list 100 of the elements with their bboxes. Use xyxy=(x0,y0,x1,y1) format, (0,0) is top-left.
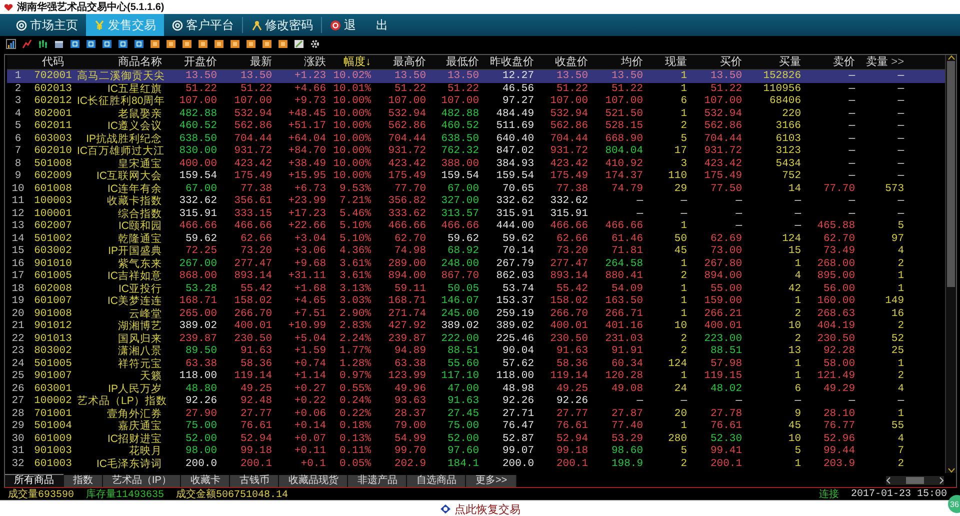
category-tab[interactable]: 收藏品现货 xyxy=(279,475,348,487)
category-tab[interactable]: 自选商品 xyxy=(407,475,466,487)
column-header[interactable]: 买价 xyxy=(690,56,745,68)
column-header[interactable]: 开盘价 xyxy=(165,56,220,68)
row-number: 23 xyxy=(10,345,26,358)
column-header[interactable]: 幅度↓ xyxy=(329,56,374,68)
table-cell-text: 573 xyxy=(884,182,905,195)
calendar-icon[interactable] xyxy=(54,39,64,49)
table-row[interactable]: 22 901013 国风归来 239.87 230.50 +5.04 2.24% 239.87 222.00 225.46 230.50 231.03 2 223.00 2 230.50 52 xyxy=(7,332,945,345)
restore-trading-link[interactable]: 点此恢复交易 xyxy=(440,502,520,516)
table-row[interactable]: 26 603001 IP人民万岁 48.80 49.25 +0.27 0.55% 49.96 47.00 48.98 49.25 49.08 24 48.02 6 49.29 4 xyxy=(7,382,945,395)
table-cell-text: 332.62 xyxy=(178,195,218,208)
table-cell-text: 389.02 xyxy=(440,320,480,332)
table-row[interactable]: 11 100003 收藏卡指数 332.62 356.61 +23.99 7.21% 356.82 327.00 332.62 332.62 — — — — — — xyxy=(7,195,945,208)
table-cell-text: 1 xyxy=(680,82,688,95)
category-tab[interactable]: 指数 xyxy=(64,475,103,487)
table-row[interactable]: 32 601003 IC毛泽东诗词 200.0 200.1 +0.1 0.05% 202.9 184.1 200.0 200.1 198.9 2 200.1 1 203.9 2 xyxy=(7,458,945,470)
nav-tab[interactable]: 客户平台 xyxy=(164,14,242,36)
column-header[interactable]: 均价 xyxy=(591,56,646,68)
column-header[interactable]: 最新 xyxy=(220,56,275,68)
table-row[interactable]: 10 601008 IC连年有余 67.00 77.38 +6.73 9.53% 77.70 67.00 70.65 77.38 74.79 29 77.50 14 77.70 573 xyxy=(7,182,945,195)
nav-tab[interactable]: 修改密码 xyxy=(243,14,321,36)
candlestick-icon[interactable] xyxy=(38,39,48,49)
table-cell-text: 601009 xyxy=(33,432,73,445)
row-number: 32 xyxy=(10,458,26,470)
table-cell-text: 752 xyxy=(781,170,802,182)
table-cell-text: 77.50 xyxy=(709,182,743,195)
category-tab[interactable]: 古钱币 xyxy=(230,475,280,487)
table-row[interactable]: 21 901012 湖湘博艺 389.02 400.01 +10.99 2.83% 427.92 389.02 389.02 400.01 401.16 10 400.01 10 404.19 2 xyxy=(7,320,945,332)
settings-icon[interactable] xyxy=(310,39,320,49)
table-row[interactable]: 20 901008 云峰堂 265.00 266.70 +7.51 2.90% 271.74 245.00 259.19 266.70 266.71 1 266.21 2 268.63 16 xyxy=(7,308,945,320)
table-row[interactable]: 2 602013 IC五星红旗 51.22 51.22 +4.66 10.01% 51.22 51.22 46.56 51.22 51.22 1 51.22 110956 — — xyxy=(7,82,945,95)
table-row[interactable]: 30 601009 IC招财进宝 52.00 52.94 +0.07 0.13% 54.99 52.00 52.87 52.94 53.29 280 52.30 10 52.96 4 xyxy=(7,432,945,445)
table-cell-text: 52.00 xyxy=(184,432,218,445)
table-cell-text: 315.91 xyxy=(178,208,218,220)
table-cell-text: 92.26 xyxy=(184,395,218,408)
table-row[interactable]: 7 602010 IC百万雄师过大江 830.00 931.72 +84.70 10.00% 931.72 762.32 847.02 931.72 804.04 17 931.72 3123 — — xyxy=(7,145,945,158)
column-header[interactable]: 商品名称 xyxy=(77,56,165,68)
scroll-left-icon[interactable] xyxy=(886,477,891,484)
table-row[interactable]: 1 702001 高马二溪御贡天尖 13.50 13.50 +1.23 10.02% 13.50 13.50 12.27 13.50 13.50 1 13.50 152826 — — xyxy=(7,70,945,82)
column-header[interactable]: 卖量 xyxy=(866,56,888,68)
scrollbar-thumb[interactable] xyxy=(947,61,955,287)
table-cell-text: 223.00 xyxy=(703,332,743,345)
table-cell-text: 107.00 xyxy=(178,95,218,108)
table-row[interactable]: 14 501002 乾隆通宝 59.62 62.66 +3.04 5.10% 62.70 59.62 59.62 62.66 61.46 50 62.69 124 62.70 97 xyxy=(7,232,945,245)
table-row[interactable]: 3 602012 IC长征胜利80周年 107.00 107.00 +9.73 10.00% 107.00 107.00 97.27 107.00 107.00 6 107.00 68406 — — xyxy=(7,95,945,108)
scroll-right-icon[interactable] xyxy=(939,477,944,484)
table-row[interactable]: 6 603003 IP抗战胜利纪念 638.50 704.44 +64.04 10.00% 704.44 638.50 640.40 704.44 668.90 5 704.44 6103 — — xyxy=(7,132,945,145)
column-header[interactable]: 卖价 xyxy=(804,56,858,68)
table-cell-text: 1 xyxy=(794,358,802,370)
table-row[interactable]: 8 501008 皇宋通宝 400.00 423.42 +38.49 10.00% 423.42 388.00 384.93 423.42 410.92 3 423.42 5434 — — xyxy=(7,158,945,170)
table-row[interactable]: 29 501004 嘉庆通宝 75.00 76.61 +0.14 0.18% 79.00 75.00 76.47 76.61 77.40 1 76.61 45 76.77 55 xyxy=(7,420,945,432)
table-row[interactable]: 16 901010 紫气东来 267.00 277.47 +9.68 3.61% 289.00 248.00 267.79 277.47 264.58 1 267.80 1 268.00 2 xyxy=(7,258,945,270)
table-cell-text: 332.62 xyxy=(549,195,589,208)
more-columns-button[interactable]: >> xyxy=(891,56,904,68)
category-tab[interactable]: 艺术品（IP） xyxy=(103,475,182,487)
scroll-up-icon[interactable] xyxy=(948,55,954,60)
table-cell-text: — xyxy=(896,120,906,132)
table-cell-text: 2 xyxy=(896,320,905,332)
table-row[interactable]: 23 803002 潇湘八景 89.50 91.63 +1.59 1.77% 94.89 88.51 90.04 91.63 91.91 2 88.51 13 92.28 25 xyxy=(7,345,945,358)
table-row[interactable]: 4 802001 老鼠娶亲 482.88 532.94 +48.45 10.00% 532.94 482.88 484.49 532.94 521.50 1 532.94 220 — — xyxy=(7,108,945,120)
row-number: 4 xyxy=(14,108,22,120)
table-cell-text: 9 xyxy=(794,408,802,420)
bar-chart-icon[interactable] xyxy=(6,39,16,49)
column-header[interactable]: 现量 xyxy=(646,56,690,68)
table-row[interactable]: 12 100001 综合指数 315.91 333.15 +17.23 5.46% 333.62 313.57 315.91 315.91 — — — — — — xyxy=(7,208,945,220)
nav-tab[interactable]: 市场主页 xyxy=(8,14,86,36)
column-header[interactable]: 昨收盘价 xyxy=(482,56,537,68)
table-row[interactable]: 27 100002 艺术品（LP）指数 92.26 92.48 +0.22 0.24% 93.63 91.63 92.26 92.26 — — — — — — xyxy=(7,395,945,408)
table-row[interactable]: 17 601005 IC吉祥如意 868.00 893.14 +31.11 3.61% 894.00 867.70 862.03 893.14 880.41 2 894.00 4 895.00 1 xyxy=(7,270,945,282)
table-row[interactable]: 31 901003 花映月 98.00 99.18 +0.11 0.11% 99.70 97.60 99.07 99.18 98.60 5 99.41 5 99.44 7 xyxy=(7,445,945,458)
column-header[interactable]: 最高价 xyxy=(374,56,429,68)
table-row[interactable]: 5 602011 IC遵义会议 460.52 562.86 +51.17 10.00% 562.86 460.52 511.69 562.86 528.15 2 562.86 3166 — — xyxy=(7,120,945,132)
table-cell-text: 245.00 xyxy=(440,308,480,320)
draw-icon[interactable] xyxy=(294,39,304,49)
column-header[interactable]: 涨跌 xyxy=(275,56,329,68)
column-header[interactable]: 买量 xyxy=(745,56,804,68)
horizontal-scrollbar[interactable] xyxy=(886,476,944,485)
table-row[interactable]: 25 901007 天籁 118.00 119.14 +1.14 0.97% 123.99 117.10 118.00 119.14 120.28 1 119.15 1 121.49 2 xyxy=(7,370,945,382)
nav-tab[interactable]: 退 出 xyxy=(322,14,396,36)
table-row[interactable]: 24 501005 祥符元宝 63.38 58.36 +0.74 1.28% 63.38 55.60 57.62 58.36 60.34 124 57.98 1 58.00 1 xyxy=(7,358,945,370)
table-cell-text: 603001 xyxy=(33,382,73,395)
table-row[interactable]: 28 701001 壹角外汇券 27.90 27.77 +0.06 0.22% 28.37 27.45 27.71 27.77 27.87 20 27.78 9 28.10 1 xyxy=(7,408,945,420)
vertical-scrollbar[interactable] xyxy=(945,55,956,473)
column-header[interactable]: 最低价 xyxy=(429,56,482,68)
category-tab[interactable]: 非遗产品 xyxy=(348,475,408,487)
line-chart-icon[interactable] xyxy=(22,39,32,49)
table-cell-text: 159.00 xyxy=(703,295,743,308)
table-row[interactable]: 15 603002 IP开国盛典 72.25 73.20 +3.06 4.36% 74.98 68.92 70.14 73.20 71.81 45 73.00 15 73.49 4 xyxy=(7,245,945,258)
table-row[interactable]: 13 602007 IC颐和园 466.66 466.66 +22.66 5.10% 466.66 466.66 444.00 466.66 466.66 1 — — 465.88 5 xyxy=(7,220,945,232)
category-tab[interactable]: 所有商品 xyxy=(5,474,64,487)
table-cell-text: 482.88 xyxy=(440,108,480,120)
scroll-down-icon[interactable] xyxy=(948,468,954,473)
table-row[interactable]: 18 602008 IC亚投行 53.28 55.42 +1.68 3.13% 59.11 50.05 53.74 55.42 54.09 1 55.00 42 56.00 1 xyxy=(7,282,945,295)
table-row[interactable]: 19 601007 IC美梦连连 168.71 158.02 +4.65 3.03% 168.71 146.07 153.37 158.02 163.50 1 159.00 1 160.00 149 xyxy=(7,295,945,308)
category-tab[interactable]: 收藏卡 xyxy=(181,475,230,487)
column-header[interactable]: 代码 xyxy=(29,56,77,68)
column-header[interactable]: 收盘价 xyxy=(537,56,591,68)
category-tab[interactable]: 更多>> xyxy=(466,475,518,487)
table-row[interactable]: 9 602009 IC互联网大会 159.54 175.49 +15.95 10.00% 175.49 159.54 159.54 175.49 174.37 110 175.49 752 — — xyxy=(7,170,945,182)
